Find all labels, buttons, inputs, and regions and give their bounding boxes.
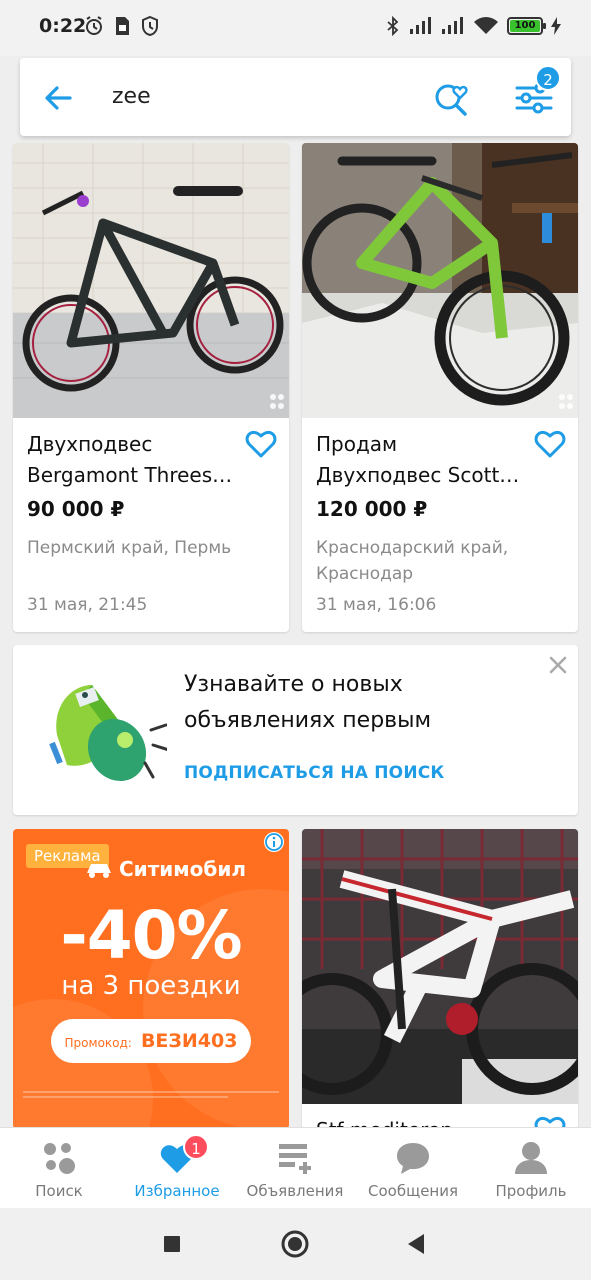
ad-promo-pill: Промокод: ВЕЗИ403 (51, 1019, 251, 1063)
ad-card[interactable]: Реклама Ситимобил -40% на 3 поездки Пром… (13, 829, 289, 1129)
listing-photo[interactable] (302, 829, 578, 1104)
listing-location: Пермский край, Пермь (27, 538, 232, 558)
ad-subtitle: на 3 поездки (61, 971, 241, 1001)
shield-clock-icon (142, 15, 158, 37)
ad-brand-name: Ситимобил (119, 857, 247, 881)
sim-card-icon (116, 17, 129, 35)
alarm-icon (86, 16, 102, 35)
listing-price: 90 000 ₽ (27, 497, 125, 521)
listing-title-line2: Двухподвес Scott… (316, 463, 520, 487)
nav-tab-listings[interactable]: Объявления (236, 1128, 354, 1209)
listing-card[interactable]: Продам Двухподвес Scott… 120 000 ₽ Красн… (302, 143, 578, 632)
nav-tab-profile[interactable]: Профиль (472, 1128, 590, 1209)
listing-price: 120 000 ₽ (316, 497, 428, 521)
status-bar: 0:22 100 (0, 0, 591, 56)
back-triangle-icon[interactable] (400, 1228, 432, 1260)
nav-tab-messages[interactable]: Сообщения (354, 1128, 472, 1209)
battery-icon: 100 (507, 17, 546, 35)
listing-location: Краснодарский край, Краснодар (316, 538, 509, 584)
bluetooth-icon (387, 16, 399, 36)
status-time: 0:22 (39, 15, 87, 37)
signal-icon-2 (442, 17, 463, 34)
listing-title-line1: Продам (316, 432, 398, 456)
signal-icon (410, 17, 431, 34)
chat-icon (397, 1143, 429, 1174)
system-navigation-bar (0, 1208, 591, 1280)
bell-megaphone-icon (49, 685, 167, 782)
ad-fine-print (23, 1091, 279, 1103)
battery-level: 100 (510, 20, 540, 32)
profile-icon (515, 1142, 547, 1174)
status-left-icons (84, 15, 160, 37)
subscribe-search-link[interactable]: ПОДПИСАТЬСЯ НА ПОИСК (184, 763, 445, 783)
gallery-dots-icon (559, 394, 573, 409)
car-logo-icon (87, 864, 111, 878)
home-icon[interactable] (279, 1228, 311, 1260)
listing-photo[interactable] (302, 143, 578, 418)
recent-apps-icon[interactable] (156, 1228, 188, 1260)
nav-label: Избранное (134, 1182, 220, 1200)
favorite-heart-icon[interactable] (245, 429, 277, 459)
filter-count-badge: 2 (535, 65, 561, 91)
add-listing-icon (279, 1144, 311, 1174)
search-bar: zee 2 (20, 58, 571, 136)
bike-photo-image (302, 829, 578, 1104)
subscribe-text: Узнавайте о новых объявлениях первым (184, 672, 432, 733)
nav-label: Объявления (246, 1182, 344, 1200)
favorites-count-badge: 1 (183, 1134, 209, 1160)
nav-tab-favorites[interactable]: 1 Избранное (118, 1128, 236, 1209)
bike-photo-image (13, 143, 289, 418)
ad-discount: -40% (60, 897, 242, 974)
gallery-dots-icon (270, 394, 284, 409)
listing-title-line1: Двухподвес (27, 432, 153, 456)
favorite-heart-icon[interactable] (534, 429, 566, 459)
ad-promo-label: Промокод: (64, 1036, 132, 1050)
listing-photo[interactable] (13, 143, 289, 418)
listing-title[interactable]: Продам Двухподвес Scott… (316, 429, 536, 491)
wifi-icon (474, 17, 498, 34)
listing-card[interactable]: Stf mediteren (302, 829, 578, 1129)
listing-title-line2: Bergamont Threes… (27, 463, 233, 487)
bike-photo-image (302, 143, 578, 418)
listing-date: 31 мая, 16:06 (316, 595, 437, 615)
nav-tab-search[interactable]: Поиск (0, 1128, 118, 1209)
saved-search-heart-icon[interactable] (432, 76, 472, 116)
listing-card[interactable]: Двухподвес Bergamont Threes… 90 000 ₽ Пе… (13, 143, 289, 632)
ad-promo-code: ВЕЗИ403 (140, 1030, 238, 1052)
status-right-icons: 100 (385, 16, 561, 36)
listing-date: 31 мая, 21:45 (27, 595, 148, 615)
search-query-text[interactable]: zee (112, 84, 151, 109)
subscribe-banner: Узнавайте о новых объявлениях первым ПОД… (13, 645, 578, 815)
nav-label: Профиль (495, 1182, 567, 1200)
bottom-navigation: Поиск 1 Избранное Объявления Сообщения П… (0, 1127, 591, 1208)
search-dots-icon (44, 1143, 75, 1174)
listing-title[interactable]: Двухподвес Bergamont Threes… (27, 429, 247, 491)
close-icon[interactable] (548, 655, 568, 675)
back-arrow-icon[interactable] (40, 80, 76, 116)
ad-info-icon[interactable] (263, 831, 285, 853)
nav-label: Поиск (35, 1182, 83, 1200)
charging-icon (551, 17, 561, 35)
nav-label: Сообщения (367, 1182, 458, 1200)
